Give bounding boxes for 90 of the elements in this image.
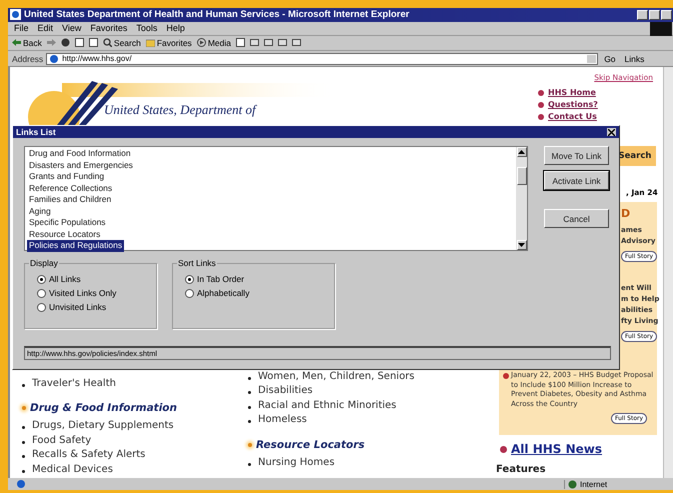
feature-heading: D [621,207,632,222]
list-item[interactable]: Resource Locators [27,228,102,240]
list-link[interactable]: Homeless [246,414,415,429]
list-link[interactable]: Medical Devices [20,464,246,478]
search-icon [102,38,112,48]
list-item[interactable]: Policies and Regulations [27,240,124,252]
address-label: Address [12,54,44,64]
scrollbar[interactable] [516,147,527,250]
minimize-button[interactable] [637,10,648,20]
refresh-button[interactable] [74,38,84,48]
radio-button[interactable] [37,302,46,312]
menu-item[interactable]: Help [166,23,185,34]
list-link[interactable]: Drugs, Dietary Supplements [20,420,246,435]
radio-label[interactable]: Alphabetically [197,288,250,298]
media-button[interactable]: Media [196,38,231,48]
play-icon [196,38,206,48]
bullet-icon [503,373,509,380]
nav-link[interactable]: Contact Us [548,112,597,122]
menu-item[interactable]: Tools [136,23,158,34]
list-item[interactable]: Reference Collections [27,182,114,194]
print-button[interactable] [264,38,273,48]
dialog-button[interactable]: Cancel [544,209,609,228]
list-item[interactable]: Families and Children [27,194,114,206]
list-item[interactable]: Grants and Funding [27,171,106,182]
search-button[interactable]: Search [102,38,141,48]
dialog-title: Links List [16,127,56,137]
list-link[interactable]: Women, Men, Children, Seniors [246,370,415,386]
group-label: Sort Links [177,258,217,268]
section-heading[interactable]: Drug & Food Information [22,402,246,414]
zone-indicator: Internet [564,480,648,489]
close-button[interactable] [607,128,616,136]
menu-item[interactable]: Edit [38,23,54,34]
list-item[interactable]: Specific Populations [27,217,108,228]
section-heading[interactable]: Resource Locators [248,438,415,451]
radio-label[interactable]: All Links [49,274,81,284]
dialog-button[interactable]: Activate Link [544,171,609,190]
address-field[interactable]: http://www.hhs.gov/ [46,52,598,65]
list-link[interactable]: Racial and Ethnic Minorities [246,400,415,414]
bullet-icon [538,90,544,96]
edit-button[interactable] [278,38,287,48]
menu-item[interactable]: View [62,23,82,34]
radio-button[interactable] [37,288,46,298]
list-link[interactable]: Traveler's Health [20,378,246,392]
list-item[interactable]: Disasters and Emergencies [27,160,135,171]
menu-item[interactable]: Favorites [90,23,128,34]
bullet-icon [500,446,507,453]
favorites-button[interactable]: Favorites [146,38,192,48]
features-heading: Features [496,464,546,476]
all-news-link[interactable]: All HHS News [511,442,602,456]
up-arrow-icon[interactable] [518,150,525,154]
discuss-button[interactable] [292,38,301,48]
stop-button[interactable] [60,38,70,48]
scrollbar[interactable] [663,67,673,478]
page-icon [16,479,26,490]
menu-item[interactable]: File [14,23,29,34]
throbber-icon [650,22,672,36]
page-icon [49,54,60,64]
mail-button[interactable] [250,38,259,48]
list-link[interactable]: Nursing Homes [246,456,415,472]
radio-button[interactable] [185,274,194,284]
home-button[interactable] [88,38,98,48]
links-listbox[interactable]: Drug and Food Information Disasters and Emergencies Grants and Funding Reference Collections Families and Children Aging Specific Populations Resource Locators Policies and Regulations [24,146,528,251]
list-item[interactable]: Aging [27,206,53,217]
radio-label[interactable]: In Tab Order [197,274,244,284]
bullet-icon [538,102,544,108]
nav-link[interactable]: Questions? [548,100,598,110]
scroll-thumb[interactable] [516,167,526,185]
list-link[interactable]: Recalls & Safety Alerts [20,449,246,464]
left-arrow-icon [12,38,21,48]
radio-button[interactable] [185,288,194,298]
radio-button[interactable] [37,274,46,284]
radio-label[interactable]: Visited Links Only [49,288,116,298]
browser-icon [10,9,21,20]
list-item[interactable]: Drug and Food Information [27,148,133,160]
radio-label[interactable]: Unvisited Links [49,302,106,312]
window-title: United States Department of Health and Human Services - Microsoft Internet Explorer [24,9,410,20]
down-arrow-icon[interactable] [518,243,525,247]
folder-icon [146,38,155,48]
nav-link[interactable]: HHS Home [548,88,596,98]
group-label: Display [29,258,59,268]
bullet-icon [538,114,544,120]
list-link[interactable]: Food Safety [20,434,246,450]
go-button[interactable]: Go [601,54,619,64]
list-link[interactable]: Disabilities [246,385,415,400]
links-button[interactable]: Links [622,54,648,64]
history-button[interactable] [236,38,245,48]
back-button[interactable]: Back [12,38,42,48]
dialog-button[interactable]: Move To Link [544,146,609,165]
logo-text: United States, Department of [104,102,256,118]
maximize-button[interactable] [649,10,660,20]
